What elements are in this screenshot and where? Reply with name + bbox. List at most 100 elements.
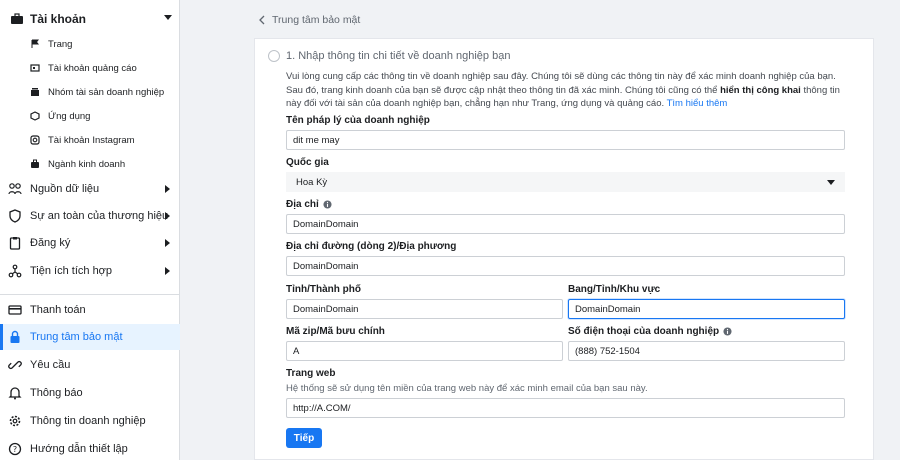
lock-icon (10, 330, 20, 343)
chevron-right-icon (165, 267, 170, 275)
website-field[interactable]: http://A.COM/ (286, 398, 845, 418)
sidebar-item-registrations[interactable]: Đăng ký (0, 230, 180, 256)
city-label-text: Tỉnh/Thành phố (286, 284, 361, 295)
step-description: Vui lòng cung cấp các thông tin về doanh… (286, 70, 848, 111)
sidebar-item-label: Thông tin doanh nghiệp (30, 415, 146, 427)
data-source-icon (8, 183, 22, 195)
phone-label-text: Số điện thoại của doanh nghiệp (568, 326, 720, 337)
shield-icon (9, 209, 21, 223)
country-label: Quốc gia (286, 157, 329, 168)
country-select[interactable]: Hoa Kỳ (286, 172, 845, 192)
svg-text:?: ? (13, 445, 17, 454)
next-button[interactable]: Tiếp (286, 428, 322, 448)
sidebar-item-label: Nhóm tài sản doanh nghiệp (48, 86, 165, 98)
address2-label: Địa chỉ đường (dòng 2)/Địa phương (286, 241, 456, 252)
sidebar-item-brand-safety[interactable]: Sự an toàn của thương hiệu (0, 203, 180, 229)
zip-label-text: Mã zip/Mã bưu chính (286, 326, 385, 337)
sidebar-item-label: Yêu cầu (30, 359, 71, 371)
sidebar-item-business-info[interactable]: Thông tin doanh nghiệp (0, 408, 180, 434)
sidebar: Tài khoản Trang Tài khoản quảng cáo Nhóm… (0, 0, 180, 460)
sidebar-item-data-sources[interactable]: Nguồn dữ liệu (0, 176, 180, 202)
state-field[interactable]: DomainDomain (568, 299, 845, 319)
desc-bold: hiển thị công khai (720, 84, 801, 96)
briefcase-icon (11, 13, 23, 24)
address-label: Địa chỉ (286, 199, 332, 210)
zip-label: Mã zip/Mã bưu chính (286, 326, 385, 337)
learn-more-link[interactable]: Tìm hiểu thêm (667, 98, 728, 109)
country-label-text: Quốc gia (286, 157, 329, 168)
country-select-value: Hoa Kỳ (296, 176, 328, 188)
phone-field[interactable]: (888) 752-1504 (568, 341, 845, 361)
sidebar-item-integrations[interactable]: Tiện ích tích hợp (0, 258, 180, 284)
sidebar-item-business-lines[interactable]: Ngành kinh doanh (0, 154, 180, 174)
zip-field[interactable]: A (286, 341, 563, 361)
ad-account-icon (30, 64, 40, 72)
legal-name-label: Tên pháp lý của doanh nghiệp (286, 115, 430, 126)
website-label-text: Trang web (286, 368, 336, 379)
help-icon: ? (8, 442, 22, 456)
chevron-right-icon (165, 239, 170, 247)
sidebar-item-label: Trung tâm bảo mật (30, 331, 123, 343)
integration-icon (8, 264, 22, 278)
sidebar-item-instagram[interactable]: Tài khoản Instagram (0, 130, 180, 150)
state-label-text: Bang/Tỉnh/Khu vực (568, 284, 661, 295)
breadcrumb-back-link[interactable]: Trung tâm bảo mật (272, 14, 360, 26)
chevron-down-icon (827, 180, 835, 185)
breadcrumb[interactable]: Trung tâm bảo mật (258, 14, 360, 26)
sidebar-item-apps[interactable]: Ứng dụng (0, 106, 180, 126)
link-icon (8, 360, 22, 370)
sidebar-item-label: Tài khoản quảng cáo (48, 62, 137, 74)
sidebar-divider (0, 294, 180, 295)
sidebar-item-label: Tài khoản Instagram (48, 134, 135, 146)
sidebar-item-label: Trang (48, 38, 73, 50)
sidebar-item-asset-groups[interactable]: Nhóm tài sản doanh nghiệp (0, 82, 180, 102)
sidebar-item-label: Ngành kinh doanh (48, 158, 126, 170)
sidebar-item-billing[interactable]: Thanh toán (0, 297, 180, 323)
phone-label: Số điện thoại của doanh nghiệp (568, 326, 732, 337)
flag-icon (31, 39, 39, 48)
info-icon[interactable] (323, 200, 332, 209)
chevron-right-icon (165, 185, 170, 193)
gear-icon (9, 415, 21, 427)
briefcase-icon (31, 159, 39, 168)
asset-group-icon (31, 88, 39, 96)
chevron-left-icon (259, 15, 265, 25)
chevron-right-icon (165, 212, 170, 220)
website-hint: Hệ thống sẽ sử dụng tên miền của trang w… (286, 383, 648, 394)
city-field[interactable]: DomainDomain (286, 299, 563, 319)
sidebar-item-pages[interactable]: Trang (0, 34, 180, 54)
sidebar-item-label: Sự an toàn của thương hiệu (30, 210, 169, 222)
app-cube-icon (30, 111, 40, 121)
sidebar-item-label: Thanh toán (30, 304, 86, 316)
card-icon (8, 305, 22, 315)
address2-label-text: Địa chỉ đường (dòng 2)/Địa phương (286, 241, 457, 252)
step-title: 1. Nhập thông tin chi tiết về doanh nghi… (286, 50, 511, 62)
city-label: Tỉnh/Thành phố (286, 284, 361, 295)
sidebar-item-security-center[interactable]: Trung tâm bảo mật (0, 324, 180, 350)
sidebar-item-notifications[interactable]: Thông báo (0, 380, 180, 406)
sidebar-item-ad-accounts[interactable]: Tài khoản quảng cáo (0, 58, 180, 78)
state-label: Bang/Tỉnh/Khu vực (568, 284, 660, 295)
sidebar-item-label: Hướng dẫn thiết lập (30, 443, 128, 455)
sidebar-section-accounts[interactable]: Tài khoản (0, 6, 180, 32)
legal-name-label-text: Tên pháp lý của doanh nghiệp (286, 115, 430, 126)
sidebar-item-label: Tiện ích tích hợp (30, 265, 113, 277)
sidebar-item-label: Ứng dụng (48, 110, 91, 122)
website-label: Trang web (286, 368, 335, 379)
legal-name-field[interactable]: dit me may (286, 130, 845, 150)
address2-field[interactable]: DomainDomain (286, 256, 845, 276)
step-radio[interactable] (268, 50, 280, 62)
sidebar-item-requests[interactable]: Yêu cầu (0, 352, 180, 378)
info-icon[interactable] (723, 327, 732, 336)
sidebar-item-setup-guide[interactable]: ? Hướng dẫn thiết lập (0, 436, 180, 460)
clipboard-icon (9, 237, 21, 250)
bell-icon (8, 387, 22, 400)
chevron-down-icon (164, 15, 172, 20)
instagram-icon (30, 135, 40, 145)
sidebar-item-label: Đăng ký (30, 237, 71, 249)
sidebar-section-label: Tài khoản (30, 12, 87, 26)
sidebar-item-label: Thông báo (30, 387, 83, 399)
address-label-text: Địa chỉ (286, 199, 319, 210)
address-field[interactable]: DomainDomain (286, 214, 845, 234)
sidebar-item-label: Nguồn dữ liệu (30, 183, 100, 195)
